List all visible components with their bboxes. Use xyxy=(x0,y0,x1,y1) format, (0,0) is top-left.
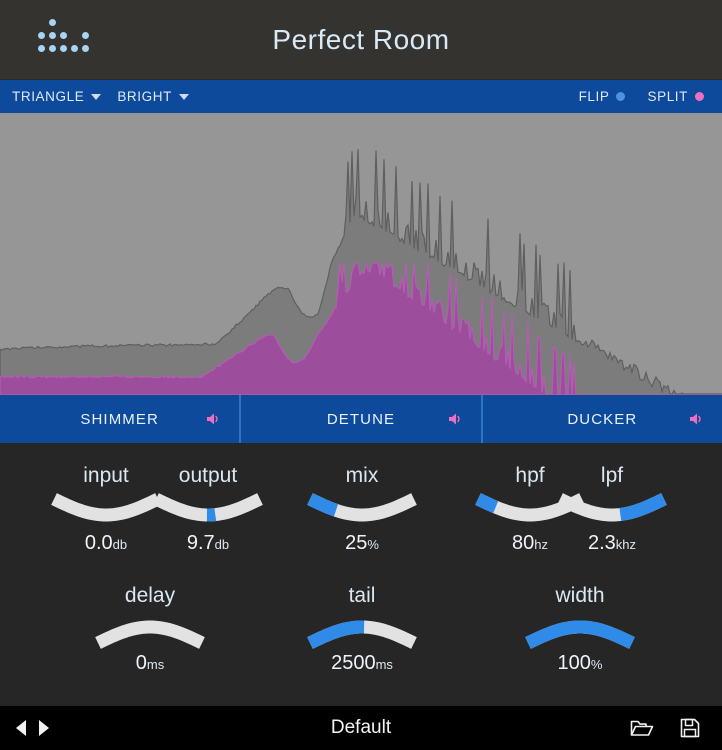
speaker-icon[interactable] xyxy=(688,411,704,427)
knob-value-unit: db xyxy=(112,537,128,552)
knob-value-number: 0 xyxy=(135,652,147,674)
logo-dot xyxy=(38,45,45,52)
toolbar: TRIANGLE BRIGHT FLIP SPLIT xyxy=(0,80,722,113)
section-tab-bar: SHIMMER DETUNE DUCKER xyxy=(0,395,722,443)
split-toggle[interactable]: SPLIT xyxy=(647,89,704,104)
speaker-icon[interactable] xyxy=(447,411,463,427)
tone-selector-label: BRIGHT xyxy=(117,89,172,104)
knob-track xyxy=(51,493,161,522)
knob-value-unit: ms xyxy=(146,657,165,672)
knob-arc[interactable] xyxy=(90,611,210,651)
knob-fill xyxy=(619,493,667,521)
knob-value: 2500ms xyxy=(302,653,422,673)
knob-arc[interactable] xyxy=(302,611,422,651)
knob-value-number: 2.3 xyxy=(587,532,616,554)
shape-selector[interactable]: TRIANGLE xyxy=(12,89,102,104)
knob-value: 2.3khz xyxy=(552,533,672,553)
logo-dot xyxy=(49,45,56,52)
spectrum-graph xyxy=(0,113,722,395)
flip-toggle[interactable]: FLIP xyxy=(579,89,626,104)
knob-value-number: 100 xyxy=(557,652,591,674)
preset-next-button[interactable] xyxy=(39,720,49,736)
spectrum-analyzer[interactable] xyxy=(0,113,722,395)
logo-dot xyxy=(49,32,56,39)
knob-value-unit: hz xyxy=(534,537,548,552)
knob-arc[interactable] xyxy=(552,491,672,531)
tab-ducker[interactable]: DUCKER xyxy=(480,395,722,443)
chevron-down-icon xyxy=(91,93,102,100)
logo-dot xyxy=(60,32,67,39)
tone-selector[interactable]: BRIGHT xyxy=(117,89,189,104)
shape-selector-label: TRIANGLE xyxy=(12,89,85,104)
knob-value-number: 9.7 xyxy=(186,532,215,554)
knob-tail[interactable]: tail 2500ms xyxy=(302,585,422,673)
knob-value: 0ms xyxy=(90,653,210,673)
knob-value-number: 0.0 xyxy=(84,532,113,554)
knob-lpf[interactable]: lpf 2.3khz xyxy=(552,465,672,553)
knob-value-unit: khz xyxy=(615,537,637,552)
control-panel: input 0.0db output 9.7db mix 25% hpf 80hz lpf 2.3… xyxy=(0,443,722,706)
tab-detune[interactable]: DETUNE xyxy=(239,395,480,443)
knob-label: mix xyxy=(345,464,379,487)
header-bar: Perfect Room xyxy=(0,0,722,80)
tab-label: DUCKER xyxy=(567,410,638,428)
knob-label: width xyxy=(555,584,605,607)
knob-value: 100% xyxy=(520,653,640,673)
flip-label: FLIP xyxy=(578,89,610,104)
knob-arc[interactable] xyxy=(148,491,268,531)
dot-matrix-logo-icon xyxy=(36,19,94,61)
logo-dot xyxy=(71,45,78,52)
logo-dot xyxy=(60,45,67,52)
logo-dot xyxy=(49,19,56,26)
knob-label: tail xyxy=(348,584,376,607)
save-disk-icon[interactable] xyxy=(680,718,700,738)
split-led-icon xyxy=(695,92,704,101)
knob-fill xyxy=(475,493,499,514)
tab-shimmer[interactable]: SHIMMER xyxy=(0,395,239,443)
logo-dot xyxy=(82,32,89,39)
knob-label: lpf xyxy=(600,464,624,487)
plugin-window: Perfect Room TRIANGLE BRIGHT FLIP SPLIT xyxy=(0,0,722,750)
knob-arc[interactable] xyxy=(520,611,640,651)
knob-track xyxy=(95,620,205,649)
split-label: SPLIT xyxy=(647,89,688,104)
knob-label: delay xyxy=(124,584,176,607)
knob-label: output xyxy=(178,464,238,487)
knob-value-unit: db xyxy=(214,537,230,552)
knob-fill xyxy=(525,620,635,649)
logo-dot xyxy=(82,45,89,52)
knob-arc[interactable] xyxy=(302,491,422,531)
knob-value-number: 2500 xyxy=(331,652,376,674)
knob-fill xyxy=(307,620,365,649)
folder-open-icon[interactable] xyxy=(630,718,654,738)
knob-value: 9.7db xyxy=(148,533,268,553)
knob-value-unit: % xyxy=(590,657,603,672)
chevron-down-icon xyxy=(178,93,189,100)
preset-prev-button[interactable] xyxy=(16,720,26,736)
knob-value-unit: % xyxy=(367,537,379,552)
knob-value: 25% xyxy=(302,533,422,553)
knob-output[interactable]: output 9.7db xyxy=(148,465,268,553)
page-title: Perfect Room xyxy=(272,23,450,55)
knob-fill xyxy=(307,493,339,517)
speaker-icon[interactable] xyxy=(205,411,221,427)
knob-value-unit: ms xyxy=(375,657,393,672)
knob-value-number: 25 xyxy=(345,532,368,554)
logo-dot xyxy=(38,32,45,39)
knob-width[interactable]: width 100% xyxy=(520,585,640,673)
flip-led-icon xyxy=(616,92,626,101)
knob-delay[interactable]: delay 0ms xyxy=(90,585,210,673)
preset-name: Default xyxy=(330,717,392,738)
tab-label: SHIMMER xyxy=(80,410,159,428)
footer-bar: Default xyxy=(0,706,722,750)
tab-label: DETUNE xyxy=(326,410,396,428)
knob-value-number: 80 xyxy=(512,532,535,554)
knob-mix[interactable]: mix 25% xyxy=(302,465,422,553)
